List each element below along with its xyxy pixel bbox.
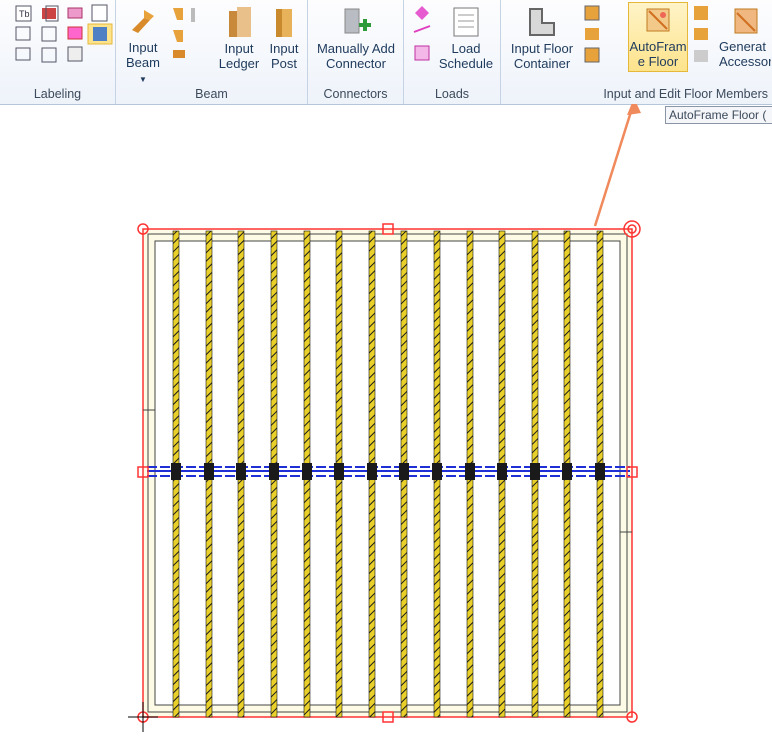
connectors-group: Manually Add Connector Connectors — [308, 0, 404, 104]
callout-arrow-line — [593, 104, 635, 227]
input-post-button[interactable]: Input Post — [264, 2, 304, 72]
autoframe-floor-label: AutoFram e Floor — [629, 39, 687, 69]
generate-accessories-label: Generat Accessor — [719, 39, 772, 69]
post-icon — [276, 9, 292, 37]
input-ledger-label: Input Ledger — [218, 41, 260, 71]
autoframe-floor-icon — [646, 8, 670, 32]
floor-members-group: Input Floor Container AutoFram e Floor G… — [501, 0, 772, 104]
accessories-icon — [734, 8, 758, 34]
svg-text:Tb: Tb — [19, 9, 30, 19]
labeling-tool-icons[interactable]: Tb — [0, 0, 115, 86]
group-label-loads: Loads — [434, 87, 470, 101]
hanger — [562, 463, 572, 480]
loads-group: Load Schedule Loads — [404, 0, 501, 104]
load-schedule-button[interactable]: Load Schedule — [434, 2, 498, 72]
hanger — [236, 463, 246, 480]
hanger — [432, 463, 442, 480]
hanger — [465, 463, 475, 480]
autoframe-floor-button[interactable]: AutoFram e Floor — [628, 2, 688, 72]
floor-container-icon — [529, 8, 555, 36]
input-ledger-button[interactable]: Input Ledger — [216, 2, 262, 72]
callout-arrow-head — [627, 104, 641, 115]
ledger-icon — [229, 7, 251, 37]
hanger — [302, 463, 312, 480]
hanger — [367, 463, 377, 480]
connector-add-icon — [344, 8, 371, 34]
hanger — [399, 463, 409, 480]
hanger — [530, 463, 540, 480]
group-label-labeling: Labeling — [33, 87, 82, 101]
input-post-label: Input Post — [269, 41, 299, 71]
floor-small-icons[interactable] — [579, 4, 619, 74]
input-beam-button[interactable]: Input Beam ▼ — [122, 2, 164, 84]
hanger — [171, 463, 181, 480]
manually-add-connector-button[interactable]: Manually Add Connector — [312, 2, 400, 72]
group-label-connectors: Connectors — [323, 87, 388, 101]
generate-accessories-button[interactable]: Generat Accessor — [716, 2, 772, 72]
chevron-down-icon: ▼ — [139, 75, 147, 84]
hanger — [334, 463, 344, 480]
input-beam-label: Input Beam — [126, 40, 160, 70]
group-label-beam: Beam — [195, 87, 228, 101]
drawing-canvas[interactable] — [0, 104, 772, 746]
hanger — [497, 463, 507, 480]
ribbon-toolbar: Tb Labeling Input Beam ▼ Input Ledger In… — [0, 0, 772, 105]
floor-member-tool-icons[interactable] — [690, 4, 714, 70]
schedule-icon — [453, 7, 479, 37]
input-floor-container-label: Input Floor Container — [510, 41, 574, 71]
hanger — [595, 463, 605, 480]
beam-icon — [132, 10, 154, 33]
load-schedule-label: Load Schedule — [438, 41, 494, 71]
load-small-icons[interactable] — [412, 4, 436, 70]
manually-add-connector-label: Manually Add Connector — [316, 41, 396, 71]
beam-group: Input Beam ▼ Input Ledger Input Post Bea… — [116, 0, 308, 104]
rim-board-inner — [154, 240, 621, 706]
beam-small-icons[interactable] — [167, 4, 197, 74]
hanger — [269, 463, 279, 480]
labeling-group: Tb Labeling — [0, 0, 116, 104]
group-label-floor-members: Input and Edit Floor Members — [603, 87, 768, 101]
input-floor-container-button[interactable]: Input Floor Container — [507, 2, 577, 72]
hanger — [204, 463, 214, 480]
